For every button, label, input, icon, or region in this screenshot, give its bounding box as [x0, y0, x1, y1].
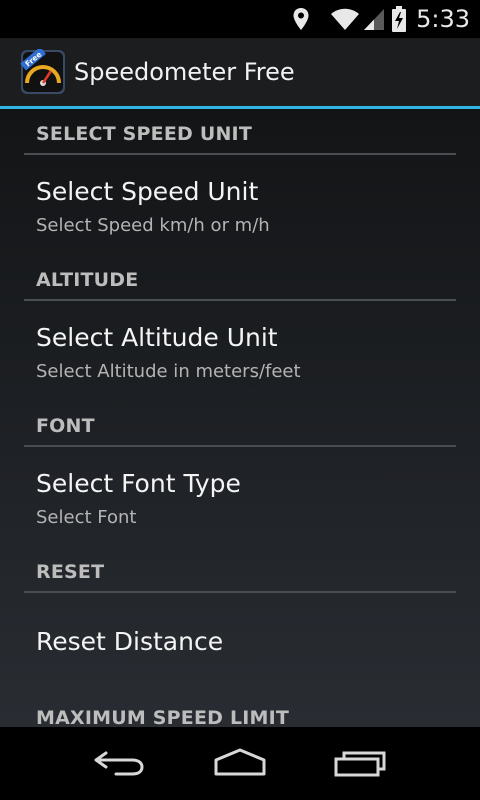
- pref-title: Reset Distance: [36, 627, 224, 656]
- select-font-type-item[interactable]: Select Font Type Select Font: [0, 451, 480, 547]
- category-divider: [24, 591, 456, 593]
- signal-icon: [362, 7, 386, 31]
- category-font: FONT: [24, 415, 456, 447]
- speedometer-app-icon[interactable]: Free: [20, 46, 66, 95]
- back-button[interactable]: [80, 745, 160, 783]
- pref-title: Select Font Type: [36, 469, 241, 498]
- reset-distance-item[interactable]: Reset Distance: [0, 597, 480, 697]
- category-label: RESET: [36, 561, 105, 583]
- category-label: FONT: [36, 415, 95, 437]
- select-speed-unit-item[interactable]: Select Speed Unit Select Speed km/h or m…: [0, 159, 480, 255]
- wifi-icon: [330, 7, 360, 31]
- category-speed-unit: SELECT SPEED UNIT: [24, 123, 456, 155]
- status-bar: 5:33: [0, 0, 480, 38]
- navigation-bar: [0, 727, 480, 800]
- pref-summary: Select Font: [36, 507, 137, 528]
- category-divider: [24, 445, 456, 447]
- location-icon: [292, 7, 310, 31]
- back-icon: [92, 747, 148, 781]
- category-divider: [24, 153, 456, 155]
- action-bar: Free Speedometer Free: [0, 38, 480, 106]
- category-max-speed-limit: MAXIMUM SPEED LIMIT: [24, 707, 456, 727]
- category-label: ALTITUDE: [36, 269, 139, 291]
- category-label: SELECT SPEED UNIT: [36, 123, 252, 145]
- category-divider: [24, 299, 456, 301]
- pref-title: Select Speed Unit: [36, 177, 259, 206]
- preferences-list[interactable]: SELECT SPEED UNIT Select Speed Unit Sele…: [0, 109, 480, 727]
- recent-apps-icon: [332, 747, 388, 781]
- home-button[interactable]: [200, 745, 280, 783]
- pref-title: Select Altitude Unit: [36, 323, 278, 352]
- pref-summary: Select Altitude in meters/feet: [36, 361, 301, 382]
- status-time: 5:33: [416, 5, 470, 33]
- home-icon: [212, 747, 268, 781]
- recent-apps-button[interactable]: [320, 745, 400, 783]
- app-title: Speedometer Free: [74, 58, 295, 86]
- battery-charging-icon: [392, 6, 407, 32]
- select-altitude-unit-item[interactable]: Select Altitude Unit Select Altitude in …: [0, 305, 480, 401]
- pref-summary: Select Speed km/h or m/h: [36, 215, 270, 236]
- settings-screen: 5:33 Free Speedometer Free SELECT SPEED …: [0, 0, 480, 800]
- category-label: MAXIMUM SPEED LIMIT: [36, 707, 290, 727]
- category-reset: RESET: [24, 561, 456, 593]
- category-altitude: ALTITUDE: [24, 269, 456, 301]
